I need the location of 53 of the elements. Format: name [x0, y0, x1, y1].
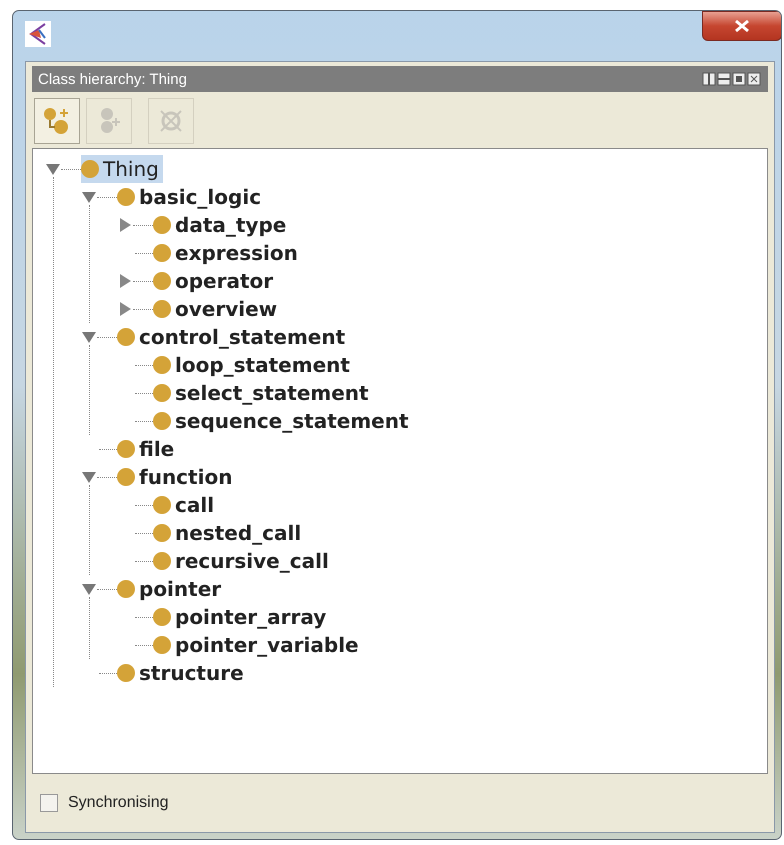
- tree-item[interactable]: call: [153, 491, 218, 519]
- close-icon: [733, 19, 751, 33]
- class-icon: [153, 608, 171, 626]
- tree-item[interactable]: recursive_call: [153, 547, 333, 575]
- class-icon: [117, 580, 135, 598]
- tree-item[interactable]: sequence_statement: [153, 407, 413, 435]
- tree-item[interactable]: function: [117, 463, 236, 491]
- tree-item[interactable]: overview: [153, 295, 282, 323]
- collapse-icon[interactable]: [81, 189, 97, 205]
- class-icon: [153, 636, 171, 654]
- expand-icon[interactable]: [117, 217, 133, 233]
- class-icon: [153, 524, 171, 542]
- class-icon: [81, 160, 99, 178]
- class-icon: [117, 328, 135, 346]
- tree-item[interactable]: control_statement: [117, 323, 350, 351]
- app-logo-icon: [25, 21, 51, 47]
- collapse-icon[interactable]: [81, 469, 97, 485]
- collapse-icon[interactable]: [81, 581, 97, 597]
- class-icon: [153, 244, 171, 262]
- class-icon: [153, 272, 171, 290]
- class-icon: [153, 356, 171, 374]
- collapse-icon[interactable]: [81, 329, 97, 345]
- tree-item[interactable]: nested_call: [153, 519, 306, 547]
- class-icon: [153, 412, 171, 430]
- class-icon: [117, 188, 135, 206]
- tree-item[interactable]: structure: [117, 659, 248, 687]
- tree-item[interactable]: basic_logic: [117, 183, 266, 211]
- class-icon: [117, 468, 135, 486]
- class-icon: [153, 216, 171, 234]
- tree-item[interactable]: pointer_variable: [153, 631, 363, 659]
- tree-item[interactable]: pointer_array: [153, 603, 330, 631]
- class-icon: [117, 664, 135, 682]
- tree-item[interactable]: operator: [153, 267, 278, 295]
- class-icon: [153, 384, 171, 402]
- tree-item[interactable]: Thing: [81, 155, 163, 183]
- view-controls-icon[interactable]: [702, 72, 762, 86]
- class-icon: [153, 552, 171, 570]
- class-icon: [153, 300, 171, 318]
- checkbox-label: Synchronising: [68, 794, 168, 812]
- collapse-icon[interactable]: [45, 161, 61, 177]
- tree-item[interactable]: expression: [153, 239, 302, 267]
- tree-item[interactable]: loop_statement: [153, 351, 354, 379]
- panel-title: Class hierarchy: Thing: [38, 70, 187, 88]
- class-icon: [153, 496, 171, 514]
- class-icon: [117, 440, 135, 458]
- tree-item[interactable]: select_statement: [153, 379, 373, 407]
- close-button[interactable]: [702, 11, 781, 41]
- tree-item[interactable]: file: [117, 435, 178, 463]
- expand-icon[interactable]: [117, 301, 133, 317]
- tree-item[interactable]: pointer: [117, 575, 226, 603]
- checkbox[interactable]: [40, 794, 58, 812]
- tree-item[interactable]: data_type: [153, 211, 290, 239]
- expand-icon[interactable]: [117, 273, 133, 289]
